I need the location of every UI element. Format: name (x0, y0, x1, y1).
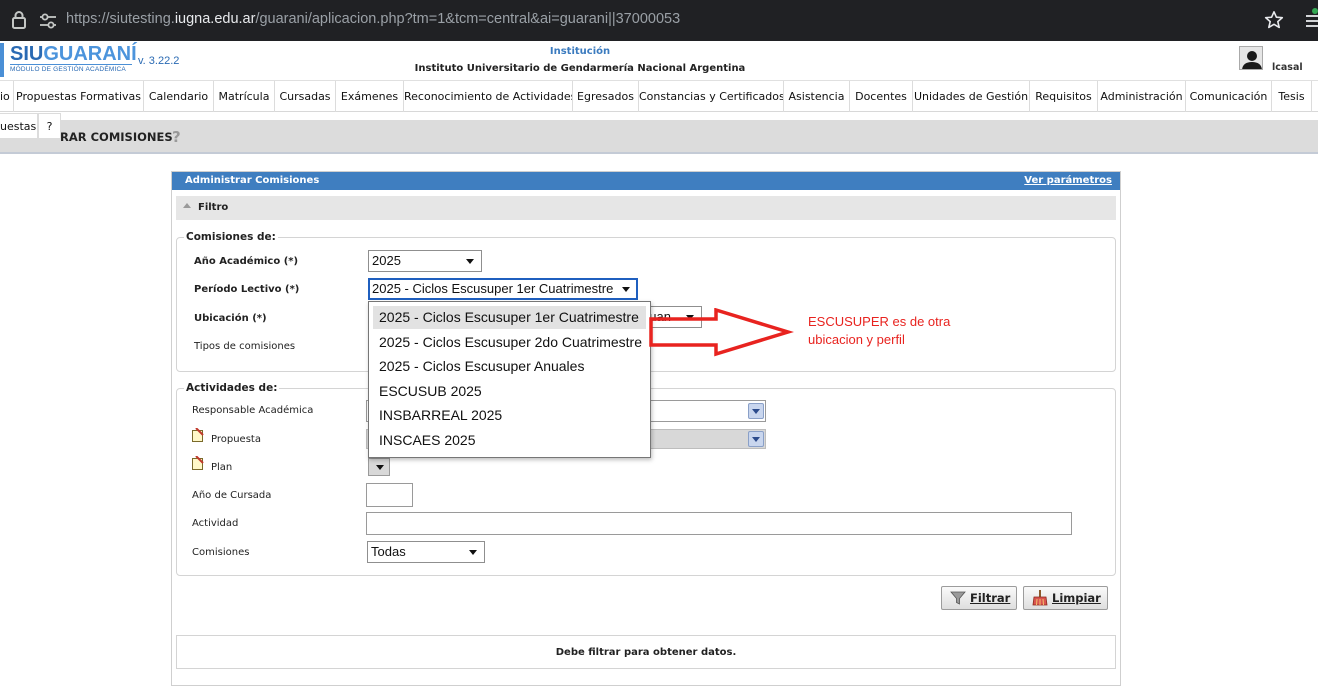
actividades-legend: Actividades de: (184, 382, 280, 394)
comisiones-value: Todas (371, 544, 406, 559)
note-icon (192, 456, 204, 470)
annotation-text-line1: ESCUSUPER es de otra (808, 314, 951, 329)
actividad-input[interactable] (366, 512, 1072, 535)
ubicacion-label: Ubicación (*) (194, 313, 267, 324)
results-message-box: Debe filtrar para obtener datos. (176, 635, 1116, 669)
anio-academico-select[interactable]: 2025 (368, 250, 482, 272)
menu-item-tesis[interactable]: Tesis (1272, 81, 1312, 112)
plan-select[interactable] (368, 458, 390, 476)
menu-item-administracion[interactable]: Administración (1098, 81, 1186, 112)
address-bar-url[interactable]: https://siutesting.iugna.edu.ar/guarani/… (66, 11, 680, 27)
submenu: uestas ? (0, 113, 1318, 141)
responsable-dropdown-button[interactable] (748, 403, 764, 419)
menu-item-inicio[interactable]: io (0, 81, 14, 112)
site-settings-icon[interactable] (39, 13, 57, 29)
dropdown-option[interactable]: INSBARREAL 2025 (373, 404, 646, 427)
results-message: Debe filtrar para obtener datos. (555, 647, 737, 658)
comisiones-legend: Comisiones de: (184, 231, 278, 243)
dropdown-option[interactable]: 2025 - Ciclos Escusuper 1er Cuatrimestre (373, 306, 646, 329)
dropdown-option[interactable]: INSCAES 2025 (373, 429, 646, 452)
comisiones-select[interactable]: Todas (367, 541, 485, 563)
url-path: /guarani/aplicacion.php?tm=1&tcm=central… (255, 11, 681, 27)
url-domain: iugna.edu.ar (174, 11, 256, 27)
ver-parametros-link[interactable]: Ver parámetros (1024, 175, 1112, 186)
menu-item-cursadas[interactable]: Cursadas (275, 81, 336, 112)
browser-toolbar: https://siutesting.iugna.edu.ar/guarani/… (0, 0, 1318, 41)
user-avatar-icon[interactable] (1239, 46, 1263, 70)
anio-academico-label: Año Académico (*) (194, 256, 299, 267)
filtrar-label: Filtrar (970, 591, 1011, 605)
periodo-lectivo-select[interactable]: 2025 - Ciclos Escusuper 1er Cuatrimestre (368, 278, 638, 300)
tipos-comisiones-label: Tipos de comisiones (194, 341, 296, 352)
institution-name: Instituto Universitario de Gendarmería N… (414, 63, 746, 74)
responsable-label: Responsable Académica (192, 405, 314, 416)
menu-item-docentes[interactable]: Docentes (850, 81, 913, 112)
menu-item-calendario[interactable]: Calendario (144, 81, 214, 112)
menu-item-asistencia[interactable]: Asistencia (784, 81, 850, 112)
browser-menu-icon[interactable] (1304, 12, 1318, 28)
username[interactable]: lcasal (1272, 62, 1303, 73)
filtrar-button[interactable]: Filtrar (941, 586, 1017, 610)
lock-icon[interactable] (11, 10, 27, 30)
menu-item-unidades-gestion[interactable]: Unidades de Gestión (913, 81, 1030, 112)
anio-cursada-label: Año de Cursada (192, 490, 272, 501)
annotation-arrow-icon (649, 308, 794, 357)
menu-item-constancias[interactable]: Constancias y Certificados (639, 81, 784, 112)
chevron-down-icon (469, 550, 477, 555)
app-header: SIUGUARANÍ MÓDULO DE GESTIÓN ACADÉMICA v… (0, 41, 1318, 80)
collapse-arrow-icon (183, 203, 191, 208)
anio-cursada-input[interactable] (366, 483, 413, 507)
menu-item-requisitos[interactable]: Requisitos (1030, 81, 1098, 112)
periodo-lectivo-dropdown-list: 2025 - Ciclos Escusuper 1er Cuatrimestre… (368, 301, 651, 458)
submenu-item-help[interactable]: ? (38, 113, 61, 139)
filter-toggle[interactable]: Filtro (176, 196, 1116, 220)
note-icon (192, 428, 204, 442)
chevron-down-icon (622, 287, 630, 292)
menu-item-examenes[interactable]: Exámenes (336, 81, 404, 112)
limpiar-label: Limpiar (1052, 591, 1101, 605)
url-prefix: https://siutesting. (66, 11, 175, 27)
plan-label: Plan (211, 462, 233, 473)
broom-icon (1032, 590, 1048, 606)
annotation-text-line2: ubicacion y perfil (808, 332, 905, 347)
panel-title: Administrar Comisiones (185, 175, 320, 186)
menu-item-comunicacion[interactable]: Comunicación (1186, 81, 1272, 112)
chevron-down-icon (466, 259, 474, 264)
institution-label: Institución (549, 46, 611, 57)
panel-header: Administrar Comisiones Ver parámetros (172, 172, 1120, 190)
dropdown-option[interactable]: 2025 - Ciclos Escusuper 2do Cuatrimestre (373, 331, 646, 354)
update-indicator (1312, 8, 1318, 14)
periodo-lectivo-value: 2025 - Ciclos Escusuper 1er Cuatrimestre (372, 281, 614, 296)
limpiar-button[interactable]: Limpiar (1023, 586, 1108, 610)
anio-academico-value: 2025 (372, 253, 401, 268)
dropdown-option[interactable]: 2025 - Ciclos Escusuper Anuales (373, 355, 646, 378)
bookmark-star-icon[interactable] (1264, 10, 1284, 30)
dropdown-option[interactable]: ESCUSUB 2025 (373, 380, 646, 403)
menu-item-reconocimiento[interactable]: Reconocimiento de Actividades (404, 81, 573, 112)
comisiones-label: Comisiones (192, 547, 250, 558)
menu-item-matricula[interactable]: Matrícula (214, 81, 275, 112)
propuesta-dropdown-button[interactable] (748, 431, 764, 447)
periodo-lectivo-label: Período Lectivo (*) (194, 284, 300, 295)
filter-label: Filtro (198, 202, 229, 213)
submenu-item-propuestas[interactable]: uestas (0, 113, 38, 139)
actividad-label: Actividad (192, 518, 239, 529)
menu-item-egresados[interactable]: Egresados (573, 81, 639, 112)
propuesta-label: Propuesta (211, 434, 261, 445)
menu-item-propuestas-formativas[interactable]: Propuestas Formativas (14, 81, 144, 112)
funnel-icon (950, 591, 966, 605)
main-menu: io Propuestas Formativas Calendario Matr… (0, 80, 1318, 112)
